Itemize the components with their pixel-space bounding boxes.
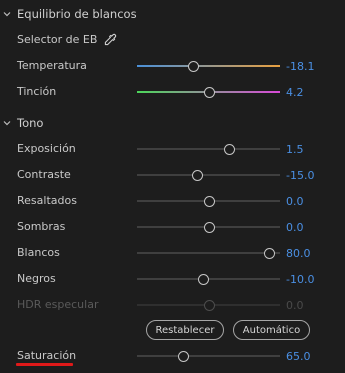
whites-slider-track[interactable]: [137, 252, 280, 254]
whites-slider-thumb[interactable]: [263, 248, 275, 259]
hdr-specular-label: HDR especular: [17, 298, 99, 311]
auto-button[interactable]: Automático: [233, 320, 310, 340]
exposure-slider-thumb[interactable]: [223, 144, 235, 155]
tone-section-header[interactable]: Tono: [0, 113, 43, 133]
wb-section-title: Equilibrio de blancos: [17, 7, 137, 21]
annotation-underline: [16, 363, 73, 366]
reset-button[interactable]: Restablecer: [146, 320, 224, 340]
contrast-slider-track[interactable]: [137, 174, 280, 176]
saturation-slider-thumb[interactable]: [178, 351, 190, 362]
contrast-label: Contraste: [17, 168, 71, 181]
chevron-down-icon[interactable]: [3, 119, 11, 127]
temperature-slider-track[interactable]: [137, 65, 280, 67]
tone-section-title: Tono: [17, 116, 44, 130]
tint-slider-thumb[interactable]: [203, 87, 215, 98]
wb-section-header[interactable]: Equilibrio de blancos: [0, 4, 137, 24]
contrast-value[interactable]: -15.0: [286, 167, 314, 185]
whites-label: Blancos: [17, 246, 60, 259]
highlights-label: Resaltados: [17, 194, 77, 207]
hdr-specular-value: 0.0: [286, 299, 304, 312]
hdr-specular-slider-thumb: [203, 300, 215, 311]
shadows-value[interactable]: 0.0: [286, 219, 304, 237]
exposure-slider-track[interactable]: [137, 148, 280, 150]
tint-value[interactable]: 4.2: [286, 84, 304, 102]
blacks-label: Negros: [17, 272, 56, 285]
exposure-label: Exposición: [17, 142, 76, 155]
eyedropper-icon[interactable]: [103, 33, 117, 47]
shadows-label: Sombras: [17, 220, 66, 233]
chevron-down-icon[interactable]: [3, 10, 11, 18]
wb-selector-label: Selector de EB: [17, 33, 98, 46]
tint-label: Tinción: [17, 85, 57, 98]
contrast-slider-thumb[interactable]: [192, 170, 204, 181]
whites-value[interactable]: 80.0: [286, 245, 311, 263]
saturation-value[interactable]: 65.0: [286, 348, 311, 366]
temperature-slider-thumb[interactable]: [188, 61, 200, 72]
temperature-label: Temperatura: [17, 59, 87, 72]
blacks-slider-thumb[interactable]: [198, 274, 210, 285]
temperature-value[interactable]: -18.1: [286, 58, 314, 76]
exposure-value[interactable]: 1.5: [286, 141, 304, 159]
blacks-value[interactable]: -10.0: [286, 271, 314, 289]
highlights-value[interactable]: 0.0: [286, 193, 304, 211]
shadows-slider-thumb[interactable]: [203, 222, 215, 233]
saturation-slider-track[interactable]: [137, 355, 280, 357]
highlights-slider-thumb[interactable]: [203, 196, 215, 207]
